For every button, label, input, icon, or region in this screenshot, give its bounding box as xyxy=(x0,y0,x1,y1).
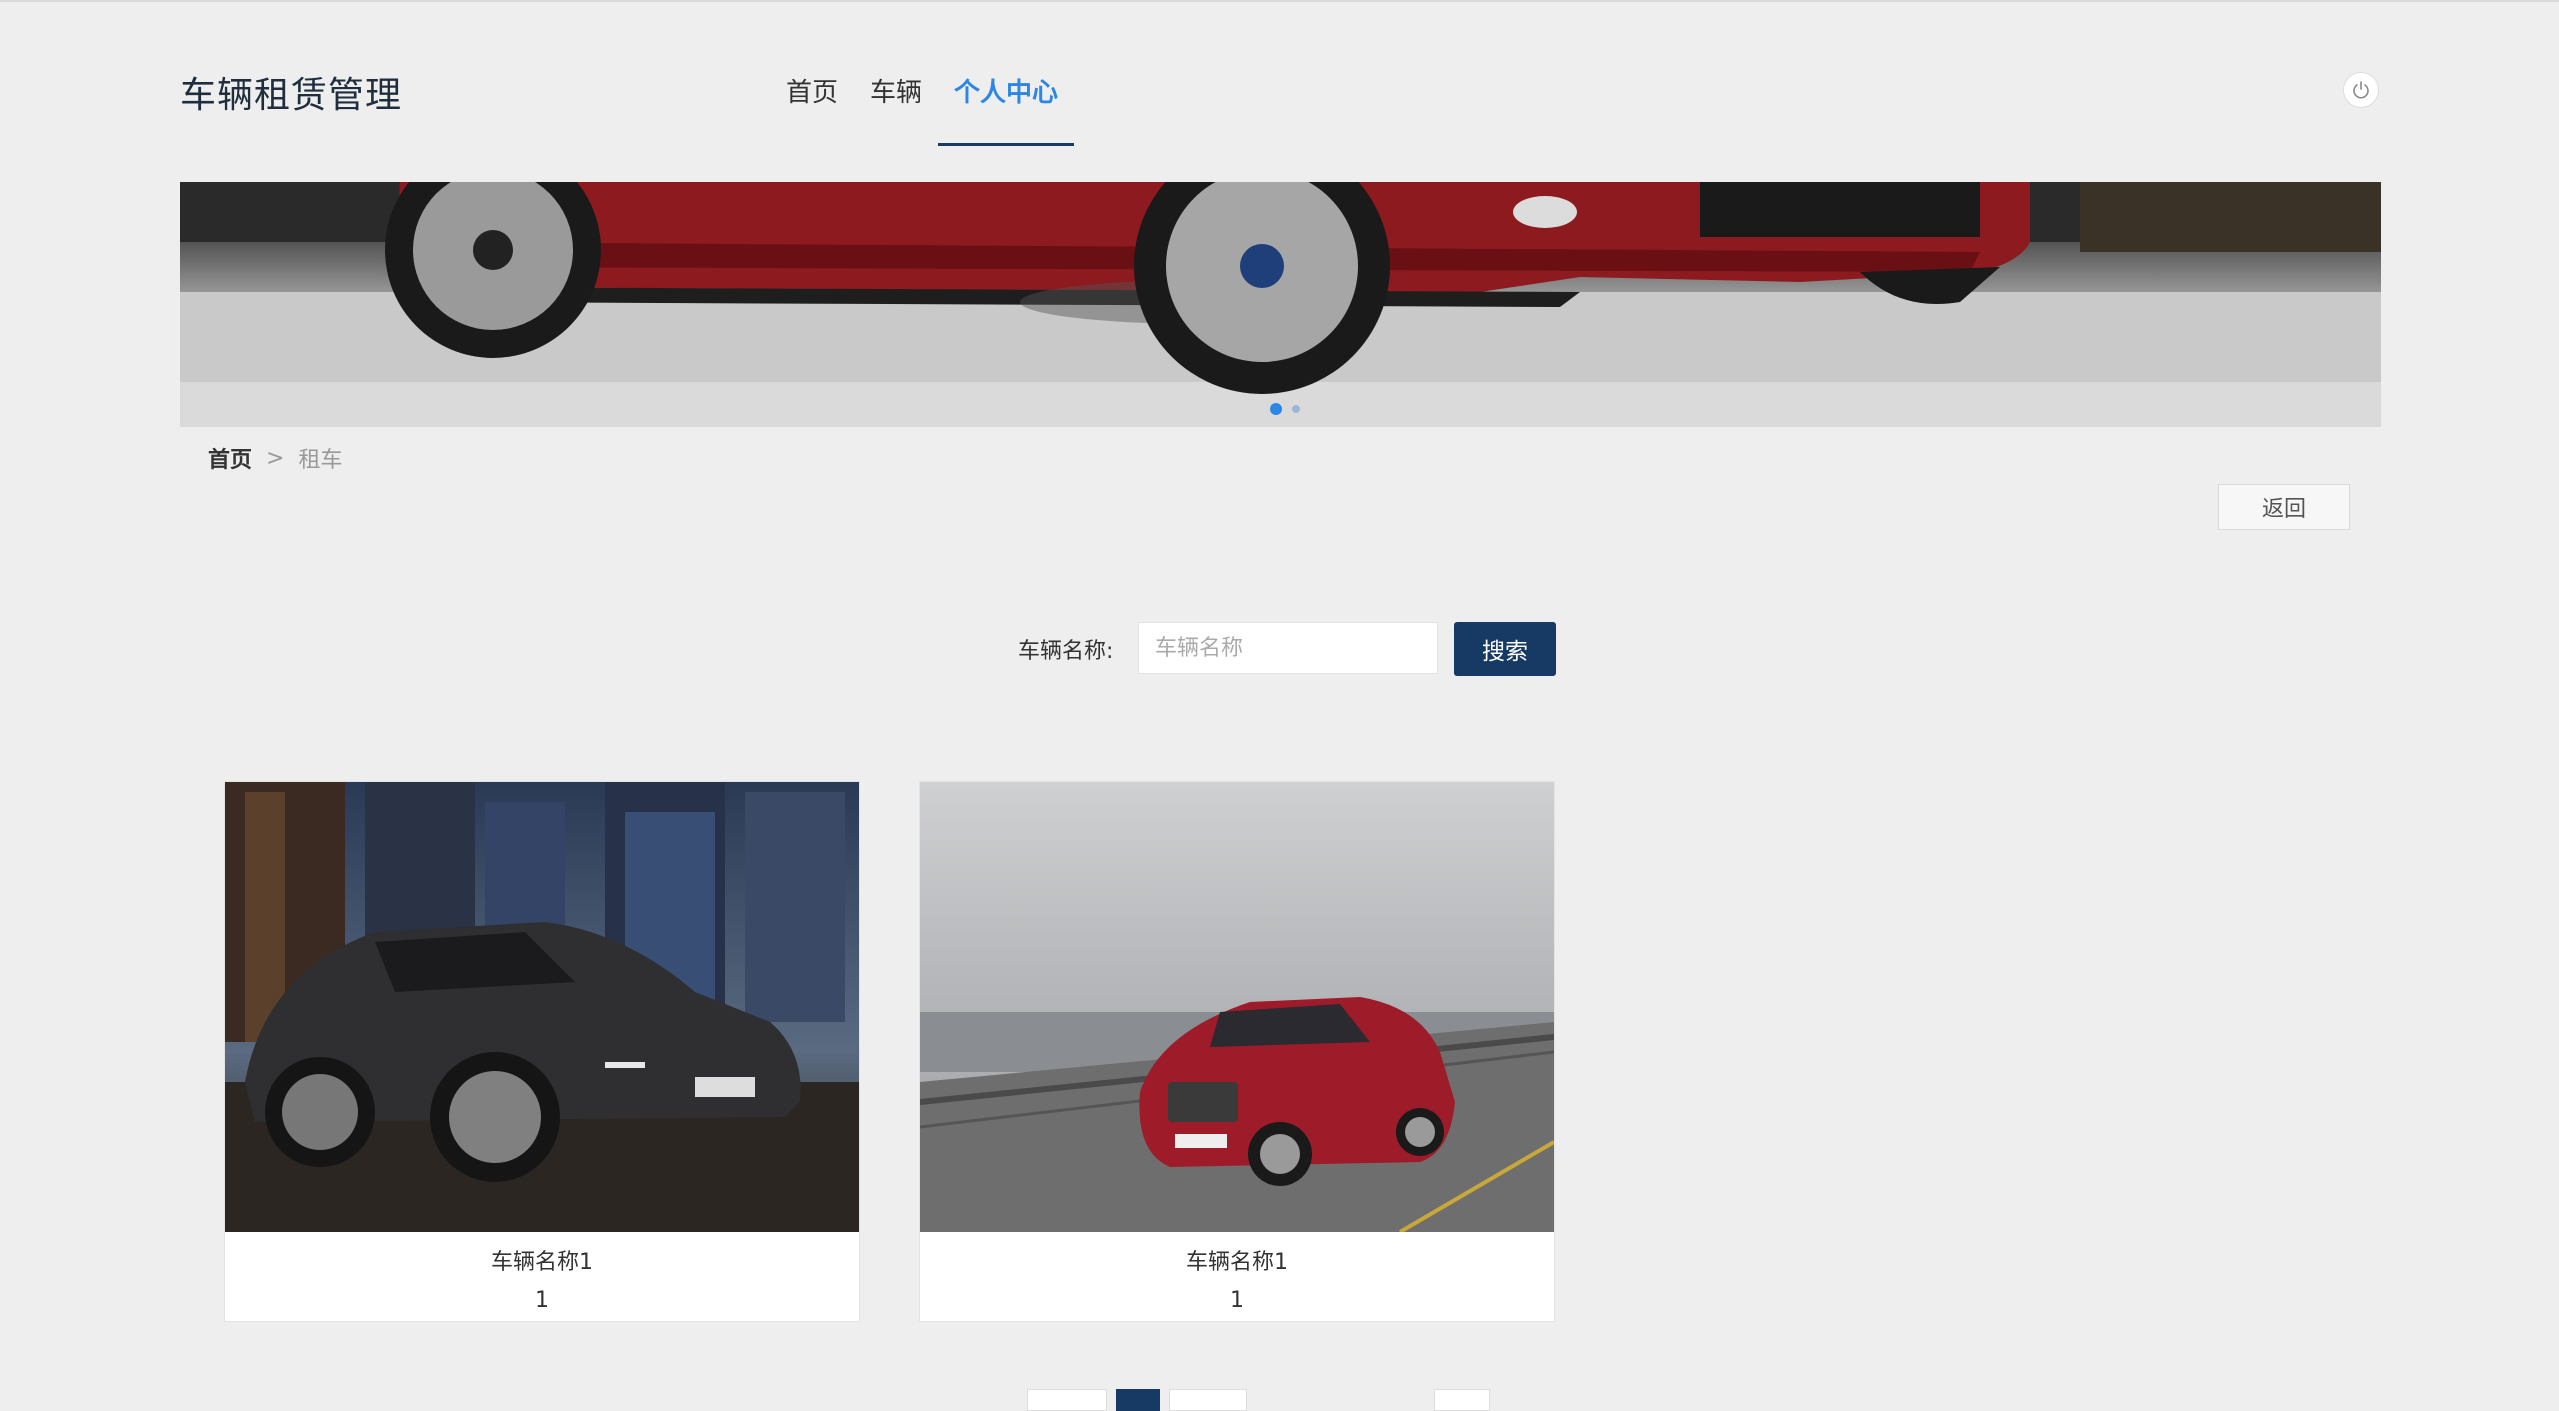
carousel-dot[interactable] xyxy=(1270,403,1282,415)
car-name: 车辆名称1 xyxy=(491,1250,593,1275)
car-name: 车辆名称1 xyxy=(1186,1250,1288,1275)
pagination-page-active[interactable] xyxy=(1116,1389,1160,1411)
top-border xyxy=(0,0,2559,2)
pagination-prev[interactable] xyxy=(1027,1389,1107,1411)
car-price: 1 xyxy=(1230,1288,1244,1313)
main-nav: 首页 车辆 个人中心 xyxy=(770,70,1075,150)
search-label: 车辆名称: xyxy=(1018,639,1114,664)
breadcrumb-separator: > xyxy=(266,445,285,471)
nav-item-vehicles[interactable]: 车辆 xyxy=(854,70,938,146)
logout-button[interactable] xyxy=(2343,72,2379,108)
car-price: 1 xyxy=(535,1288,549,1313)
car-image xyxy=(225,782,859,1232)
search-button[interactable]: 搜索 xyxy=(1454,622,1556,676)
banner-car-image xyxy=(180,182,2381,427)
power-icon xyxy=(2353,81,2369,99)
nav-item-home[interactable]: 首页 xyxy=(770,70,854,146)
car-image xyxy=(920,782,1554,1232)
breadcrumb-current: 租车 xyxy=(298,448,343,473)
nav-item-personal-center[interactable]: 个人中心 xyxy=(938,70,1075,146)
car-card[interactable]: 车辆名称1 1 xyxy=(919,781,1555,1322)
breadcrumb-home[interactable]: 首页 xyxy=(208,442,252,474)
app-title: 车辆租赁管理 xyxy=(180,75,403,116)
carousel-indicators xyxy=(1270,403,1300,415)
pagination-jump[interactable] xyxy=(1434,1389,1490,1411)
pagination-next[interactable] xyxy=(1169,1389,1247,1411)
breadcrumb: 首页 > 租车 xyxy=(208,442,342,474)
back-button[interactable]: 返回 xyxy=(2218,484,2350,530)
banner-carousel[interactable] xyxy=(180,182,2381,427)
car-card[interactable]: 车辆名称1 1 xyxy=(224,781,860,1322)
search-input[interactable] xyxy=(1138,622,1438,674)
carousel-dot[interactable] xyxy=(1292,405,1300,413)
